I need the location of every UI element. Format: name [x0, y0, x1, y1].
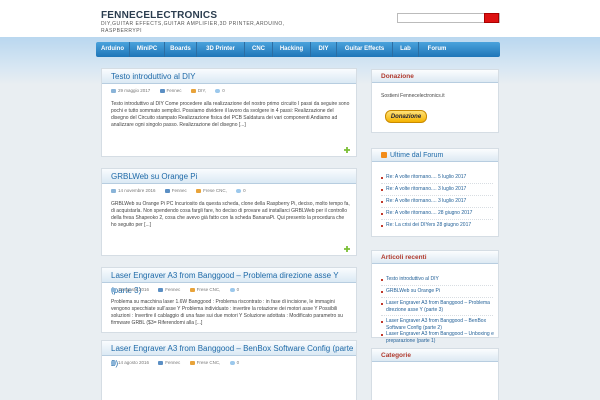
user-icon: [158, 360, 164, 365]
post-card: Laser Engraver A3 from Banggood – Proble…: [101, 267, 357, 333]
folder-icon: [190, 88, 196, 93]
nav-item-3d-printer[interactable]: 3D Printer: [197, 42, 245, 57]
comment-icon: [229, 287, 235, 292]
divider: [381, 195, 493, 196]
widget-title: Categorie: [372, 349, 498, 362]
divider: [381, 315, 493, 316]
nav-item-boards[interactable]: Boards: [165, 42, 197, 57]
divider: [381, 219, 493, 220]
nav-item-cnc[interactable]: CNC: [245, 42, 273, 57]
folder-icon: [189, 287, 195, 292]
post-title[interactable]: Laser Engraver A3 from Banggood – Proble…: [102, 268, 356, 295]
post-date: 14 novembre 2016: [118, 188, 156, 193]
nav-item-diy[interactable]: DIY: [311, 42, 337, 57]
post-card: Laser Engraver A3 from Banggood – BenBox…: [101, 340, 357, 400]
widget-title: Donazione: [372, 70, 498, 83]
recent-posts-widget: Articoli recenti Testo introduttivo al D…: [371, 250, 499, 344]
nav-item-guitar-effects[interactable]: Guitar Effects: [337, 42, 393, 57]
calendar-icon: [111, 88, 116, 93]
post-card: Testo introduttivo al DIY 29 maggio 2017…: [101, 68, 357, 157]
recent-post-link[interactable]: Laser Engraver A3 from Banggood – Unboxi…: [381, 331, 496, 345]
folder-icon: [189, 360, 195, 365]
user-icon: [159, 88, 165, 93]
forum-item[interactable]: Re: A volte ritornano.... 3 luglio 2017: [381, 198, 496, 205]
post-title[interactable]: Laser Engraver A3 from Banggood – BenBox…: [102, 341, 356, 368]
donate-button[interactable]: Donazione: [385, 110, 427, 123]
post-category[interactable]: Frese CNC,: [197, 360, 221, 365]
post-comments[interactable]: 0: [237, 360, 240, 365]
recent-post-link[interactable]: Laser Engraver A3 from Banggood – Proble…: [381, 300, 496, 314]
comment-icon: [236, 188, 242, 193]
post-category[interactable]: Frese CNC,: [203, 188, 227, 193]
divider: [381, 207, 493, 208]
forum-item[interactable]: Re: A volte ritornano.... 5 luglio 2017: [381, 174, 496, 181]
calendar-icon: [111, 188, 116, 193]
divider: [381, 297, 493, 298]
post-author[interactable]: Fennec: [165, 287, 180, 292]
post-excerpt: Testo introduttivo al DIY Come procedere…: [111, 101, 350, 128]
post-category[interactable]: DIY,: [198, 88, 206, 93]
read-more-icon[interactable]: [344, 246, 350, 252]
forum-item[interactable]: Re: La crisi dei DIYers 28 giugno 2017: [381, 222, 496, 229]
site-header: FENNECELECTRONICS DIY,GUITAR EFFECTS,GUI…: [0, 0, 600, 37]
post-author[interactable]: Fennec: [167, 88, 182, 93]
post-author[interactable]: Fennec: [165, 360, 180, 365]
search-button[interactable]: [484, 13, 499, 23]
post-card: GRBLWeb su Orange Pi 14 novembre 2016 Fe…: [101, 168, 357, 256]
user-icon: [158, 287, 164, 292]
nav-item-minipc[interactable]: MiniPC: [130, 42, 165, 57]
post-meta: 14 novembre 2016 Fennec Frese CNC, 0: [111, 187, 254, 195]
post-meta: 14 agosto 2016 Fennec Frese CNC, 0: [111, 359, 247, 367]
recent-post-link[interactable]: Testo introduttivo al DIY: [381, 276, 496, 283]
comment-icon: [215, 88, 221, 93]
site-tagline: DIY,GUITAR EFFECTS,GUITAR AMPLIFIER,3D P…: [101, 21, 285, 34]
comment-icon: [229, 360, 235, 365]
widget-title: Articoli recenti: [372, 251, 498, 264]
post-title[interactable]: Testo introduttivo al DIY: [102, 69, 356, 84]
post-category[interactable]: Frese CNC,: [197, 287, 221, 292]
categories-widget: Categorie: [371, 348, 499, 400]
recent-post-link[interactable]: Laser Engraver A3 from Banggood – BenBox…: [381, 318, 496, 332]
nav-item-lab[interactable]: Lab: [393, 42, 419, 57]
post-excerpt: GRBLWeb su Orange Pi PC Incuriosito da q…: [111, 201, 350, 228]
post-date: 29 maggio 2017: [118, 88, 151, 93]
donation-text: Sostieni Fennecelectronics.it: [381, 93, 445, 99]
post-meta: 18 agosto 2016 Fennec Frese CNC, 0: [111, 286, 247, 294]
forum-title[interactable]: Ultime dal Forum: [390, 152, 443, 159]
rss-icon[interactable]: [381, 152, 387, 159]
forum-item[interactable]: Re: A volte ritornano.... 3 luglio 2017: [381, 186, 496, 193]
divider: [381, 183, 493, 184]
calendar-icon: [111, 287, 116, 292]
post-comments[interactable]: 0: [243, 188, 246, 193]
forum-widget: Ultime dal Forum Re: A volte ritornano..…: [371, 148, 499, 237]
post-comments[interactable]: 0: [222, 88, 225, 93]
nav-item-forum[interactable]: Forum: [419, 42, 455, 57]
forum-item[interactable]: Re: A volte ritornano.... 28 giugno 2017: [381, 210, 496, 217]
main-nav: Arduino MiniPC Boards 3D Printer CNC Hac…: [96, 42, 500, 57]
divider: [381, 285, 493, 286]
post-date: 18 agosto 2016: [118, 287, 150, 292]
folder-icon: [196, 188, 202, 193]
nav-item-hacking[interactable]: Hacking: [273, 42, 311, 57]
read-more-icon[interactable]: [344, 147, 350, 153]
post-meta: 29 maggio 2017 Fennec DIY, 0: [111, 87, 233, 95]
calendar-icon: [111, 360, 116, 365]
user-icon: [164, 188, 170, 193]
site-title[interactable]: FENNECELECTRONICS: [101, 10, 217, 21]
post-date: 14 agosto 2016: [118, 360, 150, 365]
post-author[interactable]: Fennec: [172, 188, 187, 193]
post-excerpt: Problema su macchina laser 1.6W Banggood…: [111, 299, 343, 326]
nav-item-arduino[interactable]: Arduino: [96, 42, 130, 57]
widget-title: Ultime dal Forum: [372, 149, 498, 162]
post-comments[interactable]: 0: [237, 287, 240, 292]
post-title[interactable]: GRBLWeb su Orange Pi: [102, 169, 356, 184]
donation-widget: Donazione Sostieni Fennecelectronics.it …: [371, 69, 499, 133]
recent-post-link[interactable]: GRBLWeb su Orange Pi: [381, 288, 496, 295]
